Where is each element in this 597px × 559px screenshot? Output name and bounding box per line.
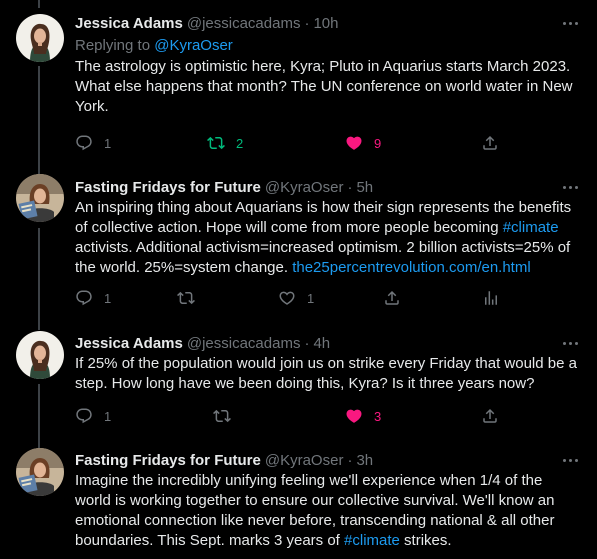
tweet-text-line: Imagine the incredibly unifying feeling …	[75, 472, 543, 489]
tweet-actions: 1 1	[75, 288, 505, 308]
tweet[interactable]: Fasting Fridays for Future @KyraOser · 3…	[0, 442, 597, 559]
reply-button[interactable]: 1	[75, 288, 111, 308]
tweet-header: Fasting Fridays for Future @KyraOser · 3…	[75, 450, 581, 470]
tweet-text-line: What else happens that month? The UN con…	[75, 78, 573, 95]
share-button[interactable]	[481, 133, 499, 153]
analytics-button[interactable]	[482, 288, 500, 308]
retweet-button[interactable]	[177, 288, 195, 308]
tweet-text-segment: of collective action. Hope will come fro…	[75, 219, 503, 236]
tweet-text-line: activists. Additional activism=increased…	[75, 239, 571, 256]
separator-dot: ·	[304, 334, 310, 352]
tweet-text-line: If 25% of the population would join us o…	[75, 355, 577, 372]
avatar[interactable]	[16, 331, 64, 379]
retweet-button[interactable]	[213, 406, 231, 426]
reply-count: 1	[104, 290, 112, 306]
analytics-icon	[482, 289, 500, 307]
like-button[interactable]: 9	[345, 133, 381, 153]
author-handle[interactable]: @KyraOser	[265, 452, 344, 469]
like-icon	[345, 407, 363, 425]
tweet-text-segment: strikes.	[399, 532, 452, 549]
tweet-text-line: the world. 25%=system change. the25perce…	[75, 258, 581, 278]
tweet-text: If 25% of the population would join us o…	[75, 354, 581, 394]
tweet-header: Jessica Adams @jessicacadams · 10h	[75, 13, 581, 33]
share-button[interactable]	[383, 288, 401, 308]
tweet-text: The astrology is optimistic here, Kyra; …	[75, 57, 581, 117]
retweet-button[interactable]: 2	[207, 133, 243, 153]
more-icon[interactable]	[561, 450, 581, 470]
timestamp[interactable]: 3h	[356, 452, 373, 469]
avatar[interactable]	[16, 174, 64, 222]
like-icon	[278, 289, 296, 307]
tweet-text-line: of collective action. Hope will come fro…	[75, 218, 581, 238]
share-button[interactable]	[481, 406, 499, 426]
share-icon	[481, 134, 499, 152]
replying-prefix: Replying to	[75, 37, 155, 54]
tweet-text-line: emotional connection like never before, …	[75, 512, 555, 529]
author-name[interactable]: Fasting Fridays for Future	[75, 452, 261, 469]
reply-count: 1	[104, 135, 112, 151]
like-button[interactable]: 1	[278, 288, 314, 308]
tweet-text: Imagine the incredibly unifying feeling …	[75, 471, 581, 551]
tweet-text: An inspiring thing about Aquarians is ho…	[75, 198, 581, 278]
tweet-text-line: step. How long have we been doing this, …	[75, 375, 535, 392]
more-icon[interactable]	[561, 13, 581, 33]
tweet-actions: 1 2 9	[75, 133, 505, 153]
avatar[interactable]	[16, 448, 64, 496]
author-name[interactable]: Jessica Adams	[75, 335, 183, 352]
author-name[interactable]: Jessica Adams	[75, 15, 183, 32]
retweet-icon	[177, 289, 195, 307]
retweet-icon	[207, 134, 225, 152]
author-name[interactable]: Fasting Fridays for Future	[75, 179, 261, 196]
reply-button[interactable]: 1	[75, 133, 111, 153]
like-button[interactable]: 3	[345, 406, 381, 426]
author-handle[interactable]: @KyraOser	[265, 179, 344, 196]
reply-icon	[75, 407, 93, 425]
tweet-header: Fasting Fridays for Future @KyraOser · 5…	[75, 177, 581, 197]
tweet[interactable]: Fasting Fridays for Future @KyraOser · 5…	[0, 165, 597, 321]
reply-icon	[75, 289, 93, 307]
like-count: 1	[307, 290, 315, 306]
timestamp[interactable]: 5h	[356, 179, 373, 196]
replying-to: Replying to @KyraOser	[75, 36, 581, 55]
hashtag-link[interactable]: #climate	[344, 532, 400, 549]
tweet-text-line: An inspiring thing about Aquarians is ho…	[75, 199, 572, 216]
share-icon	[383, 289, 401, 307]
tweet-text-line: boundaries. This Sept. marks 3 years of …	[75, 531, 581, 551]
tweet-text-segment: boundaries. This Sept. marks 3 years of	[75, 532, 345, 549]
author-handle[interactable]: @jessicacadams	[187, 335, 301, 352]
tweet-text-line: York.	[75, 98, 109, 115]
more-icon[interactable]	[561, 333, 581, 353]
like-icon	[345, 134, 363, 152]
retweet-count: 2	[236, 135, 244, 151]
reply-icon	[75, 134, 93, 152]
more-icon[interactable]	[561, 177, 581, 197]
separator-dot: ·	[304, 14, 310, 32]
tweet-actions: 1 3	[75, 406, 505, 426]
share-icon	[481, 407, 499, 425]
tweet-text-segment: the world. 25%=system change.	[75, 259, 293, 276]
retweet-icon	[213, 407, 231, 425]
tweet[interactable]: Jessica Adams @jessicacadams · 4h If 25%…	[0, 321, 597, 442]
like-count: 3	[374, 408, 382, 424]
timestamp[interactable]: 4h	[313, 335, 330, 352]
tweet-text-line: The astrology is optimistic here, Kyra; …	[75, 58, 571, 75]
tweet[interactable]: Jessica Adams @jessicacadams · 10h Reply…	[0, 0, 597, 165]
like-count: 9	[374, 135, 382, 151]
reply-count: 1	[104, 408, 112, 424]
avatar[interactable]	[16, 14, 64, 62]
replying-to-link[interactable]: @KyraOser	[154, 37, 233, 54]
tweet-text-line: world is working together to ensure our …	[75, 492, 555, 509]
timestamp[interactable]: 10h	[313, 15, 338, 32]
reply-button[interactable]: 1	[75, 406, 111, 426]
separator-dot: ·	[347, 451, 353, 469]
author-handle[interactable]: @jessicacadams	[187, 15, 301, 32]
separator-dot: ·	[347, 178, 353, 196]
url-link[interactable]: the25percentrevolution.com/en.html	[292, 259, 530, 276]
hashtag-link[interactable]: #climate	[503, 219, 559, 236]
tweet-header: Jessica Adams @jessicacadams · 4h	[75, 333, 581, 353]
